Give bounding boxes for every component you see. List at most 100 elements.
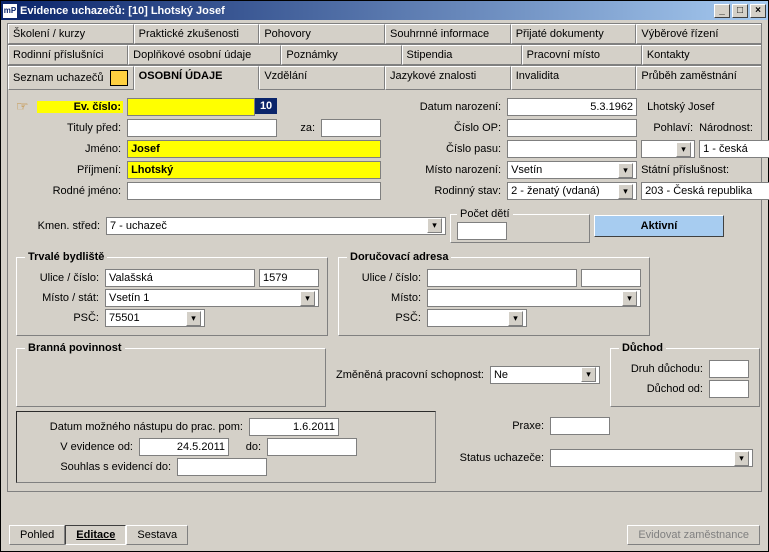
praxe-input[interactable] (550, 417, 610, 435)
psc-label: PSČ: (25, 312, 101, 324)
cislo-op-label: Číslo OP: (385, 122, 503, 134)
ev-cislo-input[interactable] (127, 98, 255, 116)
misto-narozeni-select[interactable]: Vsetín▾ (507, 161, 637, 179)
branna-legend: Branná povinnost (25, 342, 125, 354)
tab-dokumenty[interactable]: Přijaté dokumenty (511, 24, 637, 44)
cislo-input[interactable] (259, 269, 319, 287)
narodnost-select[interactable]: 1 - česká▾ (699, 140, 769, 158)
datum-narozeni-input[interactable] (507, 98, 637, 116)
ev-cislo-value: 10 (255, 98, 277, 114)
minimize-button[interactable]: _ (714, 4, 730, 18)
maximize-button[interactable]: □ (732, 4, 748, 18)
status-uchazece-select[interactable]: ▾ (550, 449, 753, 467)
sestava-button[interactable]: Sestava (126, 525, 188, 545)
psc-select[interactable]: 75501▾ (105, 309, 205, 327)
cislo-pasu-input[interactable] (507, 140, 637, 158)
zps-label: Změněná pracovní schopnost: (336, 369, 486, 381)
tab-skoleni[interactable]: Školení / kurzy (8, 24, 134, 44)
druh-duchodu-input[interactable] (709, 360, 749, 378)
tab-prakticke[interactable]: Praktické zkušenosti (134, 24, 260, 44)
view-mode-buttons: Pohled Editace Sestava (9, 525, 188, 545)
hand-icon: ☞ (16, 98, 34, 116)
tab-kontakty[interactable]: Kontakty (642, 45, 761, 65)
evidovat-zamestnance-button[interactable]: Evidovat zaměstnance (627, 525, 760, 545)
tab-pohovory[interactable]: Pohovory (259, 24, 385, 44)
app-icon: mP (3, 4, 17, 18)
editace-button[interactable]: Editace (65, 525, 126, 545)
misto2-label: Místo: (347, 292, 423, 304)
tituly-pred-input[interactable] (127, 119, 277, 137)
duchod-group: Důchod Druh důchodu: Důchod od: (610, 342, 760, 407)
chevron-down-icon: ▾ (676, 142, 691, 157)
pocet-deti-label: Počet dětí (457, 208, 513, 220)
branna-povinnost-group: Branná povinnost (16, 342, 326, 407)
tab-osobni-udaje[interactable]: OSOBNÍ ÚDAJE (134, 66, 260, 90)
chevron-down-icon: ▾ (581, 367, 596, 382)
ulice2-input[interactable] (427, 269, 577, 287)
tab-vzdelani[interactable]: Vzdělání (259, 66, 385, 90)
evidence-do-label: do: (233, 441, 263, 453)
druh-duchodu-label: Druh důchodu: (619, 363, 705, 375)
misto-select[interactable]: Vsetín 1▾ (105, 289, 319, 307)
tab-seznam[interactable]: Seznam uchazečů (8, 66, 134, 90)
tab-jazykove[interactable]: Jazykové znalosti (385, 66, 511, 90)
zps-select[interactable]: Ne▾ (490, 366, 600, 384)
window-title: Evidence uchazečů: [10] Lhotský Josef (20, 5, 712, 17)
tab-pracmisto[interactable]: Pracovní místo (522, 45, 642, 65)
ulice2-label: Ulice / číslo: (347, 272, 423, 284)
close-button[interactable]: × (750, 4, 766, 18)
misto2-select[interactable]: ▾ (427, 289, 641, 307)
kmen-stred-select[interactable]: 7 - uchazeč▾ (106, 217, 446, 235)
pohlavi-select[interactable]: ▾ (641, 140, 695, 158)
misto-narozeni-label: Místo narození: (385, 164, 503, 176)
evidence-do-input[interactable] (267, 438, 357, 456)
tab-poznamky[interactable]: Poznámky (281, 45, 401, 65)
chevron-down-icon: ▾ (734, 451, 749, 466)
rodinny-stav-label: Rodinný stav: (385, 185, 503, 197)
tab-souhrnne[interactable]: Souhrnné informace (385, 24, 511, 44)
rodne-jmeno-input[interactable] (127, 182, 381, 200)
tituly-za-input[interactable] (321, 119, 381, 137)
kmen-stred-label: Kmen. střed: (16, 220, 102, 232)
titlebar: mP Evidence uchazečů: [10] Lhotský Josef… (1, 1, 768, 20)
pohled-button[interactable]: Pohled (9, 525, 65, 545)
prijmeni-input[interactable] (127, 161, 381, 179)
chevron-down-icon: ▾ (508, 311, 523, 326)
rodinny-stav-select[interactable]: 2 - ženatý (vdaná)▾ (507, 182, 637, 200)
trvale-bydliste-legend: Trvalé bydliště (25, 251, 107, 263)
chevron-down-icon: ▾ (300, 291, 315, 306)
tab-stipendia[interactable]: Stipendia (402, 45, 522, 65)
duchod-od-label: Důchod od: (619, 383, 705, 395)
statni-prislusnost-select[interactable]: 203 - Česká republika▾ (641, 182, 769, 200)
chevron-down-icon: ▾ (427, 218, 442, 233)
evidence-od-label: V evidence od: (25, 441, 135, 453)
nastup-input[interactable] (249, 418, 339, 436)
tab-doplnkove[interactable]: Doplňkové osobní údaje (128, 45, 281, 65)
status-uchazece-label: Status uchazeče: (446, 452, 546, 464)
tab-vyberove[interactable]: Výběrové řízení (636, 24, 761, 44)
souhlas-label: Souhlas s evidencí do: (25, 461, 173, 473)
tab-invalidita[interactable]: Invalidita (511, 66, 637, 90)
souhlas-input[interactable] (177, 458, 267, 476)
cislo2-input[interactable] (581, 269, 641, 287)
tab-prubeh-zam[interactable]: Průběh zaměstnání (636, 66, 761, 90)
ulice-input[interactable] (105, 269, 255, 287)
tab-rodinni[interactable]: Rodinní příslušníci (8, 45, 128, 65)
chevron-down-icon: ▾ (618, 184, 633, 199)
evidence-od-input[interactable] (139, 438, 229, 456)
chevron-down-icon: ▾ (622, 291, 637, 306)
pocet-deti-input[interactable] (457, 222, 507, 240)
tab-row-3: Seznam uchazečů OSOBNÍ ÚDAJE Vzdělání Ja… (7, 65, 762, 90)
trvale-bydliste-group: Trvalé bydliště Ulice / číslo: Místo / s… (16, 251, 328, 336)
cislo-pasu-label: Číslo pasu: (385, 143, 503, 155)
psc2-select[interactable]: ▾ (427, 309, 527, 327)
dorucovaci-adresa-legend: Doručovací adresa (347, 251, 451, 263)
cislo-op-input[interactable] (507, 119, 637, 137)
duchod-od-input[interactable] (709, 380, 749, 398)
tituly-pred-label: Tituly před: (37, 122, 123, 134)
psc2-label: PSČ: (347, 312, 423, 324)
jmeno-input[interactable] (127, 140, 381, 158)
status-aktivni-button[interactable]: Aktivní (594, 215, 724, 237)
datum-narozeni-label: Datum narození: (385, 101, 503, 113)
tab-row-1: Školení / kurzy Praktické zkušenosti Poh… (7, 23, 762, 44)
